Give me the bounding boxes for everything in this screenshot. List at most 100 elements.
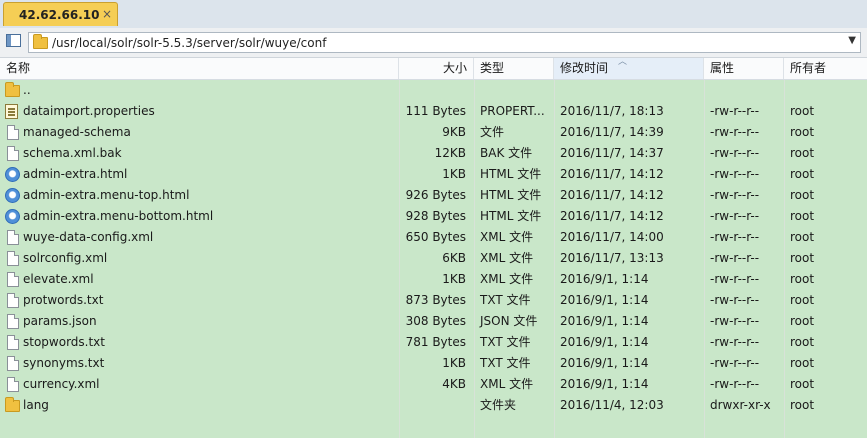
path-input[interactable]: /usr/local/solr/solr-5.5.3/server/solr/w… [28,32,861,53]
file-row[interactable]: params.json 308 Bytes JSON 文件 2016/9/1, 1:1… [0,311,867,332]
file-owner: root [790,314,815,328]
file-permissions: drwxr-xr-x [710,398,771,412]
file-type: TXT 文件 [480,335,531,349]
file-type: PROPERT... [480,104,545,118]
file-permissions: -rw-r--r-- [710,167,760,181]
file-type: TXT 文件 [480,356,531,370]
file-modified: 2016/11/7, 14:00 [560,230,664,244]
file-row[interactable]: .. [0,80,867,101]
html-file-icon [5,188,20,203]
file-modified: 2016/11/7, 14:12 [560,188,664,202]
file-name: .. [23,83,31,97]
column-owner-label: 所有者 [790,61,827,75]
file-row[interactable]: admin-extra.menu-bottom.html 928 Bytes HTM… [0,206,867,227]
file-owner: root [790,146,815,160]
file-modified: 2016/11/7, 13:13 [560,251,664,265]
file-owner: root [790,104,815,118]
file-icon [7,146,19,161]
file-type: 文件夹 [480,398,517,412]
file-owner: root [790,356,815,370]
file-name: params.json [23,314,97,328]
column-size[interactable]: 大小 [399,58,474,79]
file-row[interactable]: lang 文件夹 2016/11/4, 12:03 drwxr-xr-x root [0,395,867,416]
column-modified[interactable]: 修改时间 ︿ [554,57,704,79]
file-permissions: -rw-r--r-- [710,146,760,160]
file-type: XML 文件 [480,230,534,244]
file-row[interactable]: stopwords.txt 781 Bytes TXT 文件 2016/9/1, 1:… [0,332,867,353]
file-row[interactable]: wuye-data-config.xml 650 Bytes XML 文件 2016/… [0,227,867,248]
file-row[interactable]: solrconfig.xml 6KB XML 文件 2016/11/7, 13:13 -… [0,248,867,269]
file-type: XML 文件 [480,272,534,286]
file-size: 1KB [442,272,466,286]
file-type: XML 文件 [480,377,534,391]
tab-label: 42.62.66.10 [19,8,100,22]
file-modified: 2016/11/7, 18:13 [560,104,664,118]
file-size: 111 Bytes [405,104,466,118]
file-modified: 2016/11/7, 14:39 [560,125,664,139]
file-icon [7,272,19,287]
file-size: 928 Bytes [405,209,466,223]
file-type: TXT 文件 [480,293,531,307]
file-icon [7,314,19,329]
folder-icon [5,82,20,97]
file-size: 4KB [442,377,466,391]
panel-toggle-icon[interactable] [6,34,21,47]
file-icon [7,377,19,392]
file-icon [7,251,19,266]
tab-bar: 42.62.66.10 × [0,0,867,28]
file-type: JSON 文件 [480,314,538,328]
file-size: 926 Bytes [405,188,466,202]
properties-file-icon [5,104,18,119]
file-modified: 2016/9/1, 1:14 [560,377,649,391]
file-name: elevate.xml [23,272,94,286]
column-type[interactable]: 类型 [474,58,554,79]
file-owner: root [790,377,815,391]
html-file-icon [5,167,20,182]
file-owner: root [790,125,815,139]
file-size: 1KB [442,356,466,370]
file-row[interactable]: admin-extra.menu-top.html 926 Bytes HTML 文… [0,185,867,206]
file-owner: root [790,251,815,265]
file-modified: 2016/11/7, 14:37 [560,146,664,160]
file-name: stopwords.txt [23,335,105,349]
file-row[interactable]: protwords.txt 873 Bytes TXT 文件 2016/9/1, 1:… [0,290,867,311]
file-row[interactable]: synonyms.txt 1KB TXT 文件 2016/9/1, 1:14 -rw-r… [0,353,867,374]
sort-ascending-icon: ︿ [618,57,628,67]
file-owner: root [790,272,815,286]
path-text: /usr/local/solr/solr-5.5.3/server/solr/w… [52,36,327,50]
file-type: HTML 文件 [480,188,542,202]
file-row[interactable]: admin-extra.html 1KB HTML 文件 2016/11/7, 14:… [0,164,867,185]
file-size: 650 Bytes [405,230,466,244]
file-size: 873 Bytes [405,293,466,307]
file-row[interactable]: currency.xml 4KB XML 文件 2016/9/1, 1:14 -rw-r… [0,374,867,395]
file-icon [7,230,19,245]
tab-server[interactable]: 42.62.66.10 × [3,2,118,26]
file-type: HTML 文件 [480,167,542,181]
column-name[interactable]: 名称 [0,58,399,79]
column-perm[interactable]: 属性 [704,58,784,79]
column-owner[interactable]: 所有者 [784,58,867,79]
file-permissions: -rw-r--r-- [710,188,760,202]
file-modified: 2016/9/1, 1:14 [560,293,649,307]
column-type-label: 类型 [480,61,505,75]
file-icon [7,293,19,308]
file-name: admin-extra.menu-top.html [23,188,190,202]
close-icon[interactable]: × [102,7,112,21]
file-row[interactable]: dataimport.properties 111 Bytes PROPERT...… [0,101,867,122]
file-row[interactable]: elevate.xml 1KB XML 文件 2016/9/1, 1:14 -rw-r-… [0,269,867,290]
file-permissions: -rw-r--r-- [710,335,760,349]
file-name: wuye-data-config.xml [23,230,154,244]
file-permissions: -rw-r--r-- [710,104,760,118]
file-row[interactable]: schema.xml.bak 12KB BAK 文件 2016/11/7, 14:37… [0,143,867,164]
chevron-down-icon[interactable]: ▼ [848,35,856,46]
file-size: 12KB [434,146,466,160]
html-file-icon [5,209,20,224]
file-row[interactable]: managed-schema 9KB 文件 2016/11/7, 14:39 -rw-r… [0,122,867,143]
file-name: managed-schema [23,125,131,139]
file-type: XML 文件 [480,251,534,265]
file-modified: 2016/11/4, 12:03 [560,398,664,412]
file-name: lang [23,398,49,412]
file-modified: 2016/9/1, 1:14 [560,272,649,286]
file-permissions: -rw-r--r-- [710,125,760,139]
file-size: 9KB [442,125,466,139]
